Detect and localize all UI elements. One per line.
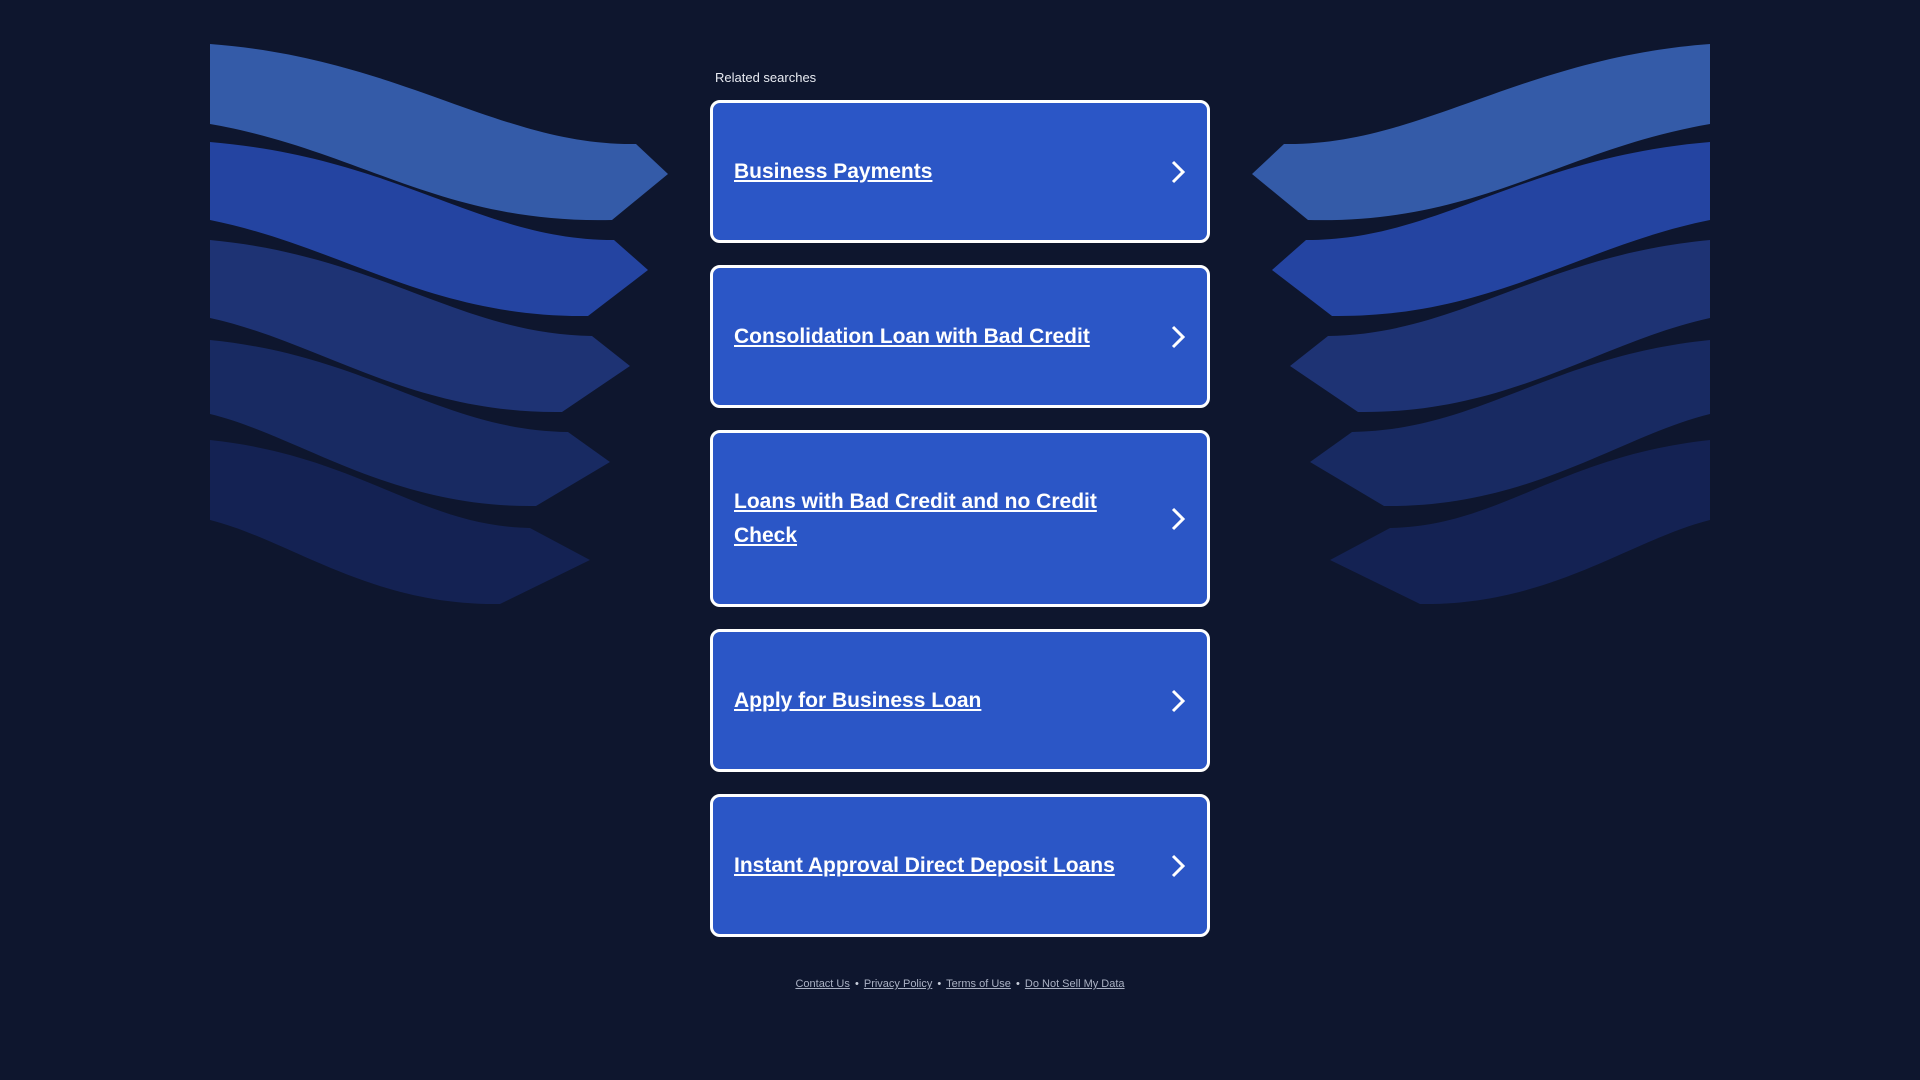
privacy-policy-link[interactable]: Privacy Policy	[864, 978, 932, 990]
related-searches-heading: Related searches	[715, 70, 817, 85]
related-search-label[interactable]: Consolidation Loan with Bad Credit	[734, 320, 1134, 354]
contact-us-link[interactable]: Contact Us	[795, 978, 849, 990]
do-not-sell-link[interactable]: Do Not Sell My Data	[1025, 978, 1125, 990]
footer-separator: •	[854, 978, 859, 990]
chevron-right-icon	[1171, 325, 1186, 348]
related-search-card-instant-approval[interactable]: Instant Approval Direct Deposit Loans	[710, 794, 1210, 937]
chevron-right-icon	[1171, 160, 1186, 183]
right-wave-stack	[1252, 44, 1710, 605]
related-search-label[interactable]: Instant Approval Direct Deposit Loans	[734, 849, 1134, 883]
footer-separator: •	[937, 978, 942, 990]
related-search-card-business-payments[interactable]: Business Payments	[710, 100, 1210, 243]
related-search-card-business-loan[interactable]: Apply for Business Loan	[710, 629, 1210, 772]
terms-of-use-link[interactable]: Terms of Use	[946, 978, 1011, 990]
chevron-right-icon	[1171, 854, 1186, 877]
related-search-card-consolidation-loan[interactable]: Consolidation Loan with Bad Credit	[710, 265, 1210, 408]
related-search-card-loans-bad-credit[interactable]: Loans with Bad Credit and no Credit Chec…	[710, 430, 1210, 607]
related-search-label[interactable]: Loans with Bad Credit and no Credit Chec…	[734, 485, 1134, 553]
footer-separator: •	[1015, 978, 1020, 990]
footer-links: Contact Us • Privacy Policy • Terms of U…	[0, 978, 1920, 990]
related-search-label[interactable]: Business Payments	[734, 155, 1134, 189]
chevron-right-icon	[1171, 689, 1186, 712]
left-wave-stack	[210, 44, 668, 605]
related-search-label[interactable]: Apply for Business Loan	[734, 684, 1134, 718]
chevron-right-icon	[1171, 507, 1186, 530]
